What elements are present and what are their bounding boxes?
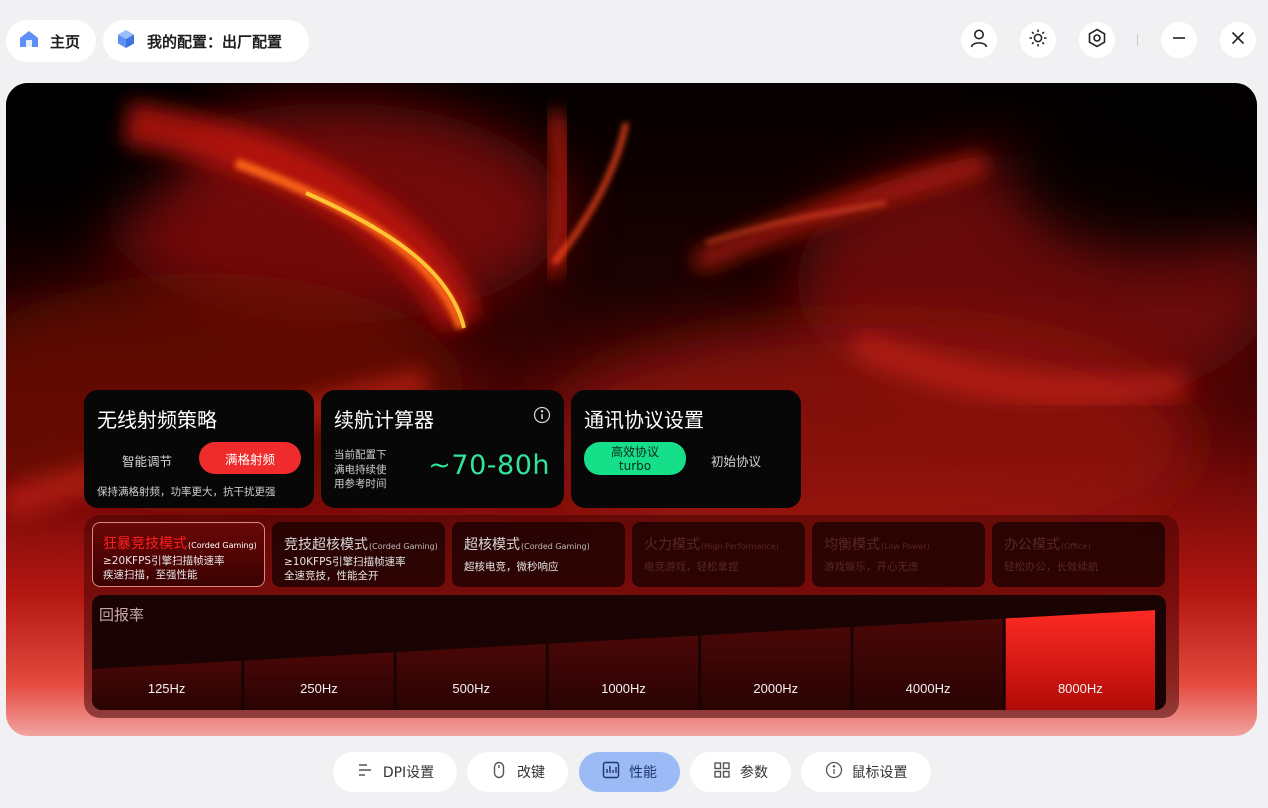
- battery-calculator-title: 续航计算器: [334, 408, 434, 432]
- performance-panel: 狂暴竞技模式(Corded Gaming) ≥20KFPS引擎扫描帧速率 疾速扫描…: [84, 515, 1179, 718]
- mode-description: 轻松办公，长效续航: [1004, 561, 1099, 573]
- battery-label-line3: 用参考时间: [334, 478, 387, 490]
- brightness-icon: [1027, 27, 1049, 53]
- nav-params-label: 参数: [740, 765, 768, 781]
- info-icon: [825, 761, 843, 783]
- performance-hero: 无线射频策略 智能调节 满格射频 保持满格射频，功率更大，抗干扰更强 续航计算器…: [6, 83, 1257, 736]
- polling-rate-option[interactable]: [701, 627, 851, 710]
- rf-smart-option[interactable]: 智能调节: [122, 451, 172, 470]
- polling-rate-selector: 125Hz 250Hz 500Hz 1000Hz 2000Hz 4000Hz 8000Hz …: [92, 595, 1166, 710]
- polling-rate-option[interactable]: [548, 635, 699, 710]
- nav-dpi-label: DPI设置: [382, 765, 435, 781]
- nav-dpi-button[interactable]: DPI设置: [333, 752, 457, 792]
- mode-description: 电竞游戏，轻松拿捏: [644, 561, 739, 573]
- config-label: 我的配置：出厂配置: [147, 32, 283, 51]
- dpi-icon: [356, 761, 374, 783]
- separator: [1137, 34, 1138, 46]
- battery-value: ~70-80h: [428, 450, 550, 481]
- mode-card[interactable]: 火力模式(High Performance) 电竞游戏，轻松拿捏: [632, 522, 805, 587]
- home-button[interactable]: 主页: [6, 20, 96, 62]
- close-button[interactable]: [1220, 22, 1256, 58]
- polling-rate-label: 4000Hz: [906, 681, 951, 696]
- info-icon[interactable]: [533, 406, 551, 428]
- rf-strategy-card: 无线射频策略 智能调节 满格射频 保持满格射频，功率更大，抗干扰更强: [84, 390, 314, 508]
- cube-icon: [115, 28, 137, 54]
- home-icon: [18, 28, 40, 54]
- mode-title: 狂暴竞技模式(Corded Gaming): [103, 536, 257, 552]
- mode-title: 火力模式(High Performance): [644, 537, 779, 553]
- mouse-icon: [490, 761, 508, 783]
- mode-description: ≥10KFPS引擎扫描帧速率 全速竞技，性能全开: [284, 556, 406, 582]
- protocol-title: 通讯协议设置: [584, 408, 704, 432]
- polling-rate-label: 250Hz: [300, 681, 338, 696]
- nav-performance-label: 性能: [629, 765, 657, 781]
- polling-rate-title: 回报率: [99, 606, 145, 624]
- mode-description: 超核电竞，微秒响应: [464, 561, 559, 573]
- mode-description: 游戏娱乐，开心无虑: [824, 561, 919, 573]
- protocol-efficient-label: 高效协议: [610, 444, 659, 459]
- settings-icon: [1086, 27, 1108, 53]
- mode-title: 均衡模式(Low Power): [824, 537, 930, 553]
- brightness-button[interactable]: [1020, 22, 1056, 58]
- rf-description: 保持满格射频，功率更大，抗干扰更强: [97, 486, 276, 498]
- nav-mouse-settings-label: 鼠标设置: [851, 765, 908, 781]
- user-icon: [968, 27, 990, 53]
- config-selector[interactable]: 我的配置：出厂配置: [103, 20, 309, 62]
- battery-label-line2: 满电持续使: [334, 463, 387, 476]
- minimize-button[interactable]: [1161, 22, 1197, 58]
- polling-rate-label: 1000Hz: [601, 681, 646, 696]
- polling-rate-label: 125Hz: [148, 681, 186, 696]
- mode-card[interactable]: 超核模式(Corded Gaming) 超核电竞，微秒响应: [452, 522, 625, 587]
- battery-calculator-card: 续航计算器 当前配置下 满电持续使 用参考时间 ~70-80h: [321, 390, 564, 508]
- polling-rate-option[interactable]: [396, 643, 546, 710]
- mode-card[interactable]: 均衡模式(Low Power) 游戏娱乐，开心无虑: [812, 522, 985, 587]
- nav-mouse-settings-button[interactable]: 鼠标设置: [801, 752, 931, 792]
- protocol-efficient-sublabel: turbo: [618, 458, 652, 473]
- polling-rate-wedge: 125Hz 250Hz 500Hz 1000Hz 2000Hz 4000Hz 8000Hz: [92, 610, 1155, 710]
- mode-card[interactable]: 竞技超核模式(Corded Gaming) ≥10KFPS引擎扫描帧速率 全速竞技…: [272, 522, 445, 587]
- protocol-card: 通讯协议设置 高效协议 turbo 初始协议: [571, 390, 801, 508]
- polling-rate-option[interactable]: [853, 618, 1003, 710]
- battery-label: 当前配置下 满电持续使 用参考时间: [334, 448, 387, 492]
- rf-strategy-title: 无线射频策略: [97, 408, 217, 432]
- mode-description: ≥20KFPS引擎扫描帧速率 疾速扫描，至强性能: [103, 555, 225, 581]
- nav-remap-button[interactable]: 改键: [467, 752, 568, 792]
- polling-rate-label: 2000Hz: [753, 681, 798, 696]
- mode-title: 办公模式(Office): [1004, 537, 1091, 553]
- nav-params-button[interactable]: 参数: [690, 752, 791, 792]
- top-bar: 主页 我的配置：出厂配置: [0, 0, 1268, 82]
- performance-icon: [602, 761, 620, 783]
- protocol-initial-option[interactable]: 初始协议: [711, 451, 761, 470]
- polling-rate-label: 500Hz: [452, 681, 490, 696]
- mode-title: 竞技超核模式(Corded Gaming): [284, 537, 438, 553]
- account-button[interactable]: [961, 22, 997, 58]
- close-icon: [1229, 29, 1247, 51]
- minimize-icon: [1170, 29, 1188, 51]
- grid-icon: [713, 761, 731, 783]
- rf-full-option[interactable]: 满格射频: [199, 442, 301, 474]
- nav-performance-button[interactable]: 性能: [579, 752, 680, 792]
- settings-button[interactable]: [1079, 22, 1115, 58]
- nav-remap-label: 改键: [517, 765, 545, 781]
- home-label: 主页: [50, 32, 81, 51]
- mode-card[interactable]: 办公模式(Office) 轻松办公，长效续航: [992, 522, 1165, 587]
- mode-card[interactable]: 狂暴竞技模式(Corded Gaming) ≥20KFPS引擎扫描帧速率 疾速扫描…: [92, 522, 265, 587]
- polling-rate-label: 8000Hz: [1058, 681, 1103, 696]
- mode-title: 超核模式(Corded Gaming): [464, 537, 590, 553]
- battery-label-line1: 当前配置下: [334, 449, 387, 461]
- protocol-efficient-option[interactable]: 高效协议 turbo: [584, 442, 686, 475]
